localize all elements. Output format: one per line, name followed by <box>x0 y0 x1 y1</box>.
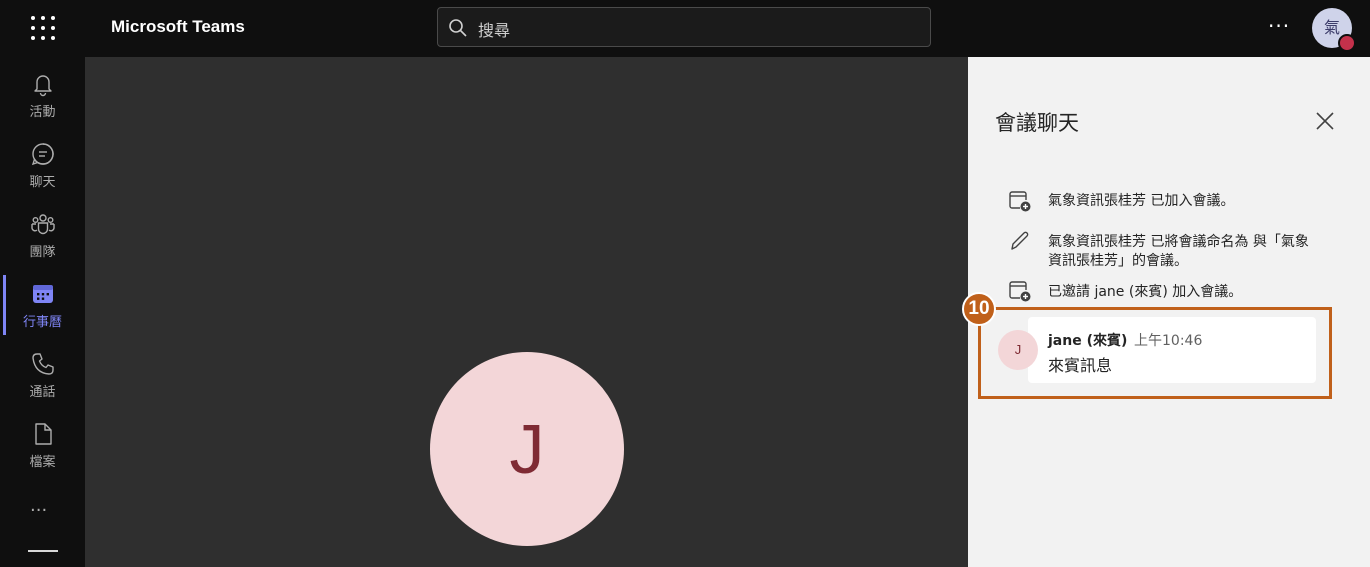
top-bar: Microsoft Teams 搜尋 ··· 氣 <box>0 0 1370 57</box>
calendar-add-icon <box>1009 191 1031 212</box>
rail-item-calls[interactable]: 通話 <box>0 345 85 411</box>
search-placeholder: 搜尋 <box>478 21 511 40</box>
rail-label: 行事曆 <box>22 315 62 330</box>
app-rail: 活動 聊天 團隊 行事曆 通話 檔案 ··· <box>0 57 85 567</box>
pencil-icon <box>1011 231 1029 250</box>
calendar-add-icon <box>1009 281 1031 302</box>
system-message-line: 氣象資訊張桂芳 已將會議命名為 與「氣象 <box>1048 234 1309 250</box>
rail-label: 活動 <box>29 105 56 120</box>
rail-label: 聊天 <box>29 175 56 190</box>
search-input[interactable]: 搜尋 <box>437 7 931 47</box>
more-apps-icon[interactable]: ··· <box>30 500 47 521</box>
rail-item-chat[interactable]: 聊天 <box>0 135 85 201</box>
teams-icon <box>31 214 55 235</box>
meeting-stage: J <box>85 57 968 567</box>
rail-item-calendar[interactable]: 行事曆 <box>0 275 85 341</box>
system-message: 氣象資訊張桂芳 已加入會議。 <box>1048 193 1235 209</box>
file-icon <box>35 423 52 445</box>
participant-avatar: J <box>430 352 624 546</box>
step-number-badge: 10 <box>962 292 996 326</box>
calendar-icon <box>33 285 53 303</box>
search-icon <box>449 19 467 37</box>
system-message-line: 資訊張桂芳」的會議。 <box>1048 253 1188 269</box>
close-icon[interactable] <box>1314 110 1336 132</box>
panel-title: 會議聊天 <box>995 111 1079 135</box>
rail-label: 檔案 <box>29 455 56 470</box>
rail-item-teams[interactable]: 團隊 <box>0 205 85 271</box>
system-message: 已邀請 jane (來賓) 加入會議。 <box>1048 284 1243 300</box>
presence-busy-icon <box>1338 34 1356 52</box>
app-launcher-icon[interactable] <box>27 12 59 44</box>
rail-label: 團隊 <box>29 245 56 260</box>
rail-item-activity[interactable]: 活動 <box>0 65 85 131</box>
rail-label: 通話 <box>29 385 56 400</box>
highlight-box <box>978 307 1332 399</box>
more-options-icon[interactable]: ··· <box>1268 14 1290 38</box>
bell-icon <box>34 75 52 97</box>
rail-item-files[interactable]: 檔案 <box>0 415 85 481</box>
app-title: Microsoft Teams <box>111 17 245 36</box>
system-message: 氣象資訊張桂芳 已將會議命名為 與「氣象 資訊張桂芳」的會議。 <box>1048 233 1309 271</box>
rail-divider <box>28 550 58 552</box>
phone-icon <box>32 353 54 375</box>
chat-icon <box>31 143 54 166</box>
